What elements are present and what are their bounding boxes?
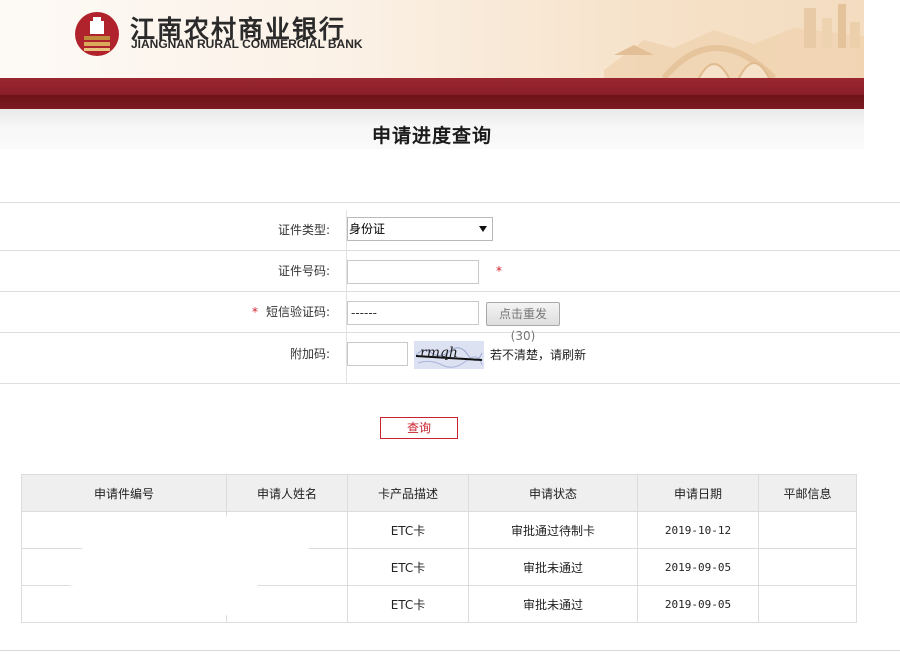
- applicant-name-cell: [226, 548, 348, 586]
- app-number-cell: [21, 585, 227, 623]
- page-title: 申请进度查询: [371, 125, 492, 147]
- id-number-input[interactable]: [347, 260, 479, 284]
- results-table: 申请件编号 申请人姓名 卡产品描述 申请状态 申请日期 平邮信息 ETC卡 审批…: [21, 474, 857, 623]
- id-number-label: 证件号码:: [277, 264, 330, 278]
- product-cell: ETC卡: [347, 548, 469, 586]
- column-header: 申请人姓名: [226, 474, 348, 512]
- status-cell: 审批未通过: [468, 548, 638, 586]
- column-header: 平邮信息: [758, 474, 857, 512]
- page-bottom-divider: [0, 650, 900, 651]
- column-header: 卡产品描述: [347, 474, 469, 512]
- mail-info-cell: [758, 511, 857, 549]
- status-cell: 审批未通过: [468, 585, 638, 623]
- applicant-name-cell: [226, 511, 348, 549]
- bank-logo-icon: [75, 12, 119, 56]
- id-type-label: 证件类型:: [277, 223, 330, 237]
- header-red-band: [0, 78, 864, 95]
- sms-code-label-text: 短信验证码:: [265, 305, 330, 319]
- required-mark: *: [251, 305, 258, 319]
- product-cell: ETC卡: [347, 585, 469, 623]
- bank-header: 江南农村商业银行 JIANGNAN RURAL COMMERCIAL BANK: [0, 0, 864, 78]
- mail-info-cell: [758, 548, 857, 586]
- bridge-scenery-illustration: [604, 4, 864, 78]
- form-divider: [0, 202, 900, 203]
- extra-code-label: 附加码:: [289, 347, 330, 361]
- chevron-down-icon: [479, 226, 487, 232]
- id-type-selected-value: 身份证: [349, 222, 386, 236]
- header-dark-band: [0, 95, 864, 109]
- product-cell: ETC卡: [347, 511, 469, 549]
- column-header: 申请状态: [468, 474, 638, 512]
- captcha-text: rmqh: [420, 345, 458, 361]
- table-row: ETC卡 审批未通过 2019-09-05: [21, 585, 857, 623]
- app-number-cell: [21, 548, 227, 586]
- column-header: 申请日期: [637, 474, 759, 512]
- table-row: ETC卡 审批未通过 2019-09-05: [21, 548, 857, 586]
- sms-code-label: * 短信验证码:: [0, 292, 330, 332]
- id-type-select[interactable]: 身份证: [347, 217, 493, 241]
- required-mark: *: [496, 264, 502, 278]
- sms-code-input[interactable]: ------: [347, 301, 479, 325]
- status-cell: 审批通过待制卡: [468, 511, 638, 549]
- column-header: 申请件编号: [21, 474, 227, 512]
- applicant-name-cell: [226, 585, 348, 623]
- table-header-row: 申请件编号 申请人姓名 卡产品描述 申请状态 申请日期 平邮信息: [21, 474, 857, 512]
- extra-code-input[interactable]: [347, 342, 408, 366]
- app-number-cell: [21, 511, 227, 549]
- resend-sms-button[interactable]: 点击重发(30): [486, 302, 560, 343]
- query-button[interactable]: 查询: [380, 417, 458, 439]
- captcha-refresh-tip[interactable]: 若不清楚，请刷新: [490, 346, 586, 363]
- date-cell: 2019-09-05: [637, 585, 759, 623]
- mail-info-cell: [758, 585, 857, 623]
- date-cell: 2019-10-12: [637, 511, 759, 549]
- captcha-image[interactable]: rmqh: [414, 341, 484, 369]
- date-cell: 2019-09-05: [637, 548, 759, 586]
- table-row: ETC卡 审批通过待制卡 2019-10-12: [21, 511, 857, 549]
- bank-name-en: JIANGNAN RURAL COMMERCIAL BANK: [131, 37, 363, 51]
